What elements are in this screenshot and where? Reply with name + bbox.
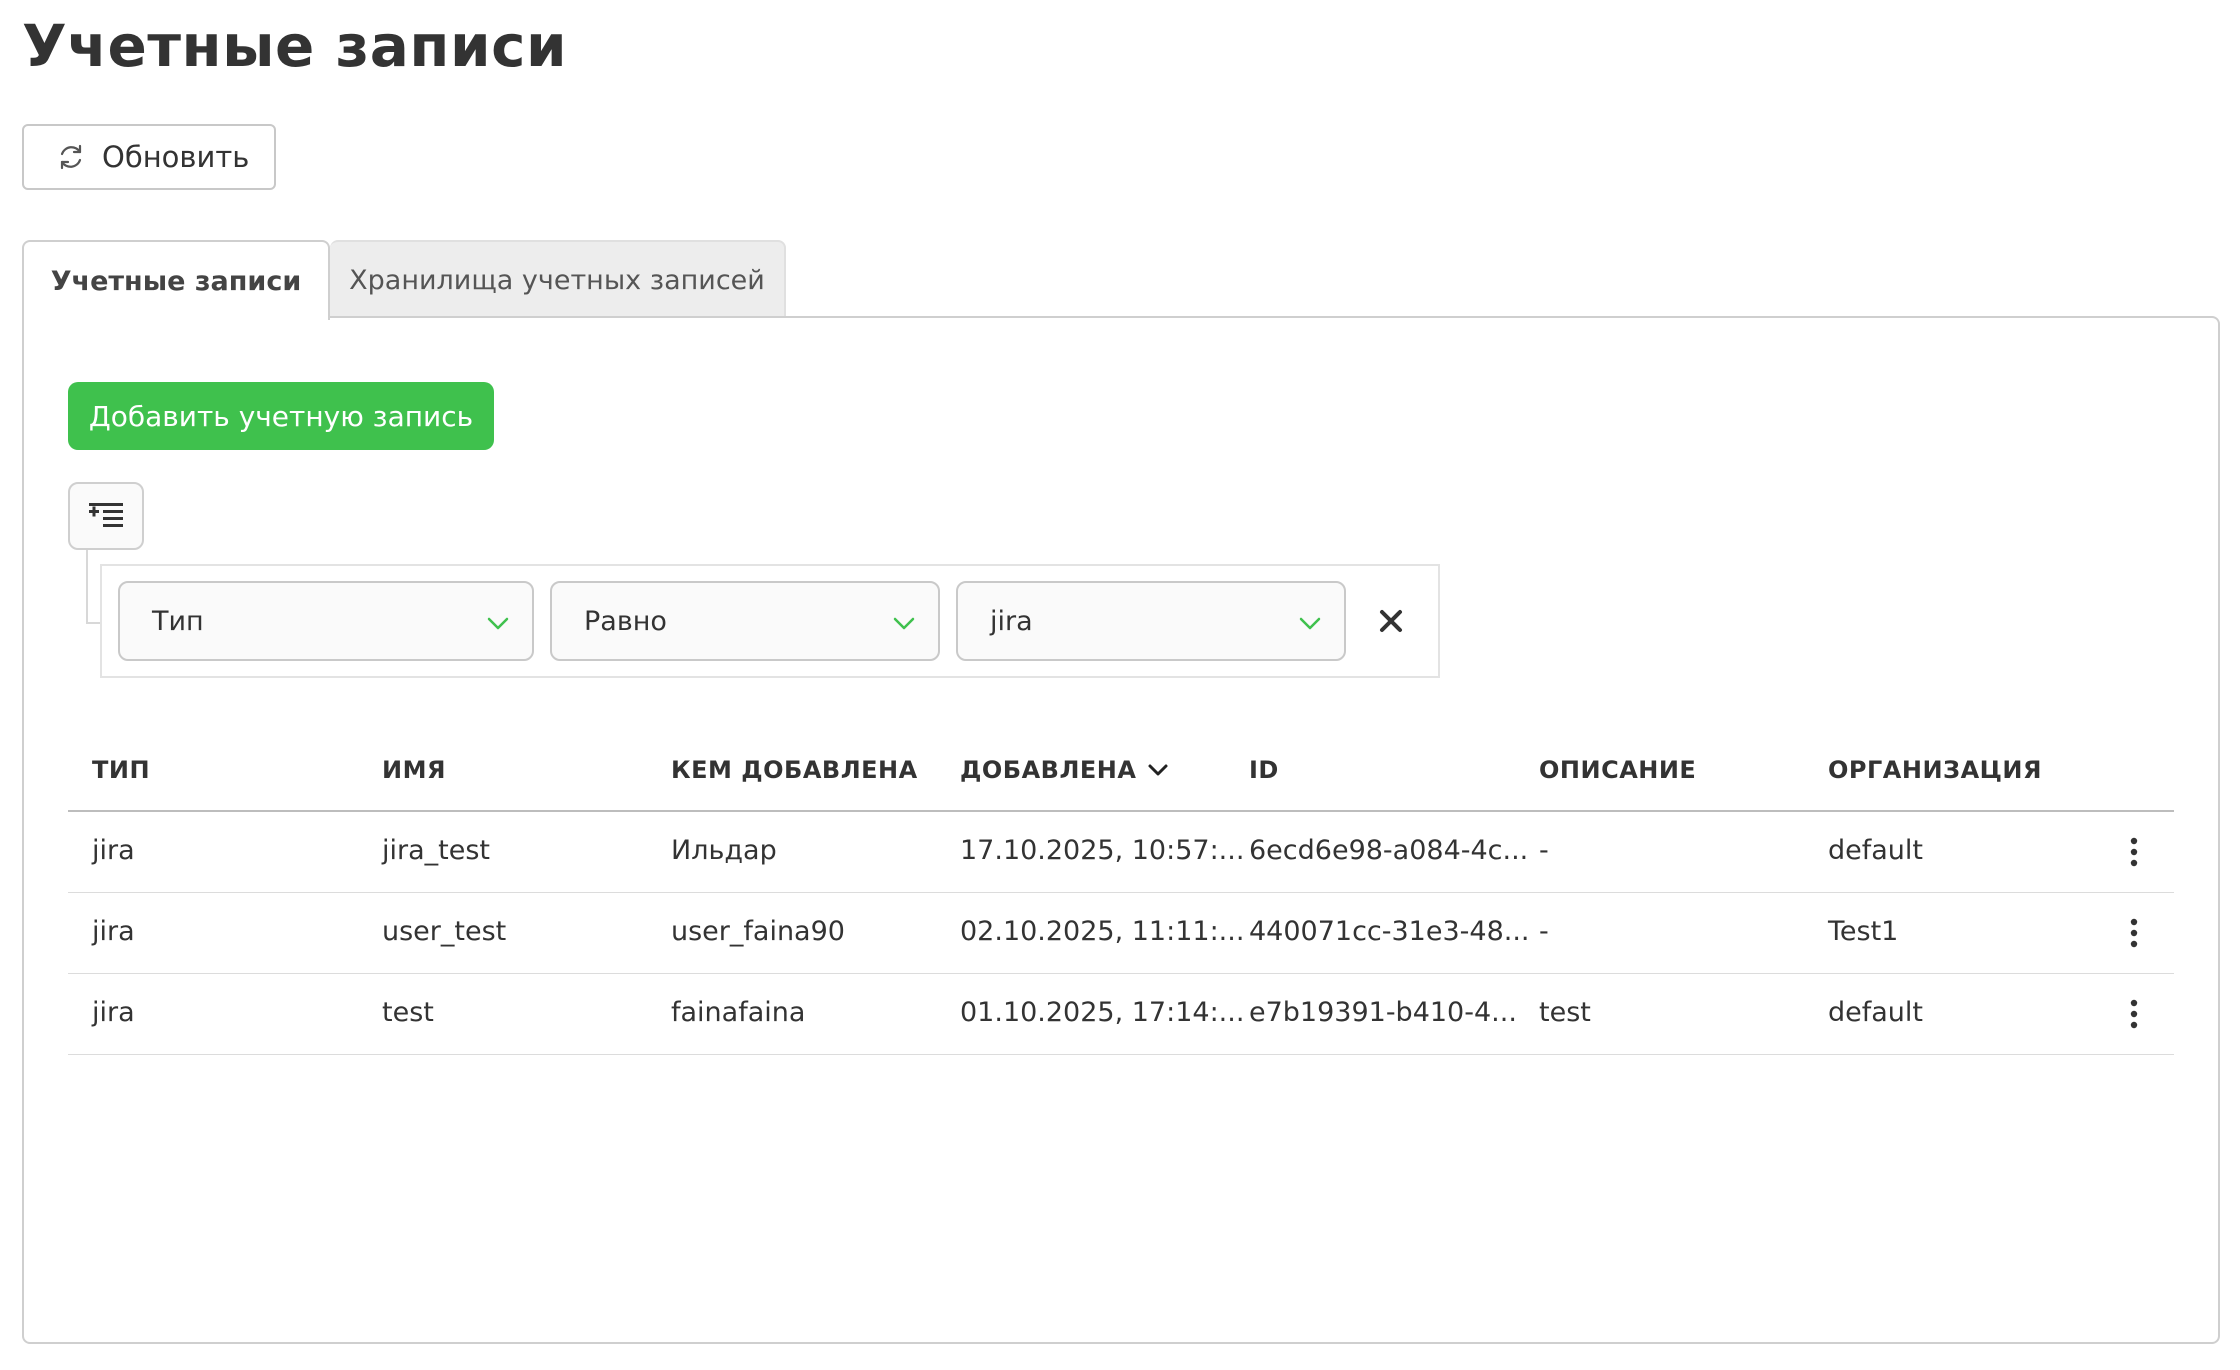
refresh-icon bbox=[56, 142, 86, 172]
cell-organization: default bbox=[1828, 997, 1924, 1028]
chevron-down-icon bbox=[1298, 611, 1322, 635]
cell-type: jira bbox=[92, 916, 135, 947]
tab-accounts[interactable]: Учетные записи bbox=[22, 240, 330, 320]
column-header-label: ДОБАВЛЕНА bbox=[960, 756, 1137, 784]
column-header-label: ОПИСАНИЕ bbox=[1539, 756, 1697, 784]
cell-description: - bbox=[1539, 916, 1549, 947]
table-row[interactable]: jira user_test user_faina90 02.10.2025, … bbox=[68, 893, 2174, 974]
cell-id: 6ecd6e98-a084-4c... bbox=[1249, 835, 1529, 866]
filter-operator-select[interactable]: Равно bbox=[550, 581, 940, 661]
add-account-button[interactable]: Добавить учетную запись bbox=[68, 382, 494, 450]
column-header-added-by[interactable]: КЕМ ДОБАВЛЕНА bbox=[671, 756, 918, 784]
cell-added: 01.10.2025, 17:14:... bbox=[960, 997, 1245, 1028]
filter-field-select[interactable]: Тип bbox=[118, 581, 534, 661]
column-header-added[interactable]: ДОБАВЛЕНА bbox=[960, 756, 1170, 784]
column-header-name[interactable]: ИМЯ bbox=[382, 756, 446, 784]
filter-field-value: Тип bbox=[152, 605, 204, 637]
cell-added: 02.10.2025, 11:11:... bbox=[960, 916, 1245, 947]
cell-added-by: fainafaina bbox=[671, 997, 806, 1028]
column-header-organization[interactable]: ОРГАНИЗАЦИЯ bbox=[1828, 756, 2042, 784]
cell-name: test bbox=[382, 997, 434, 1028]
remove-filter-icon[interactable] bbox=[1376, 606, 1406, 636]
column-header-label: КЕМ ДОБАВЛЕНА bbox=[671, 756, 918, 784]
tab-accounts-label: Учетные записи bbox=[50, 265, 302, 297]
more-vertical-icon[interactable] bbox=[2118, 994, 2150, 1034]
cell-organization: Test1 bbox=[1828, 916, 1899, 947]
add-filter-button[interactable] bbox=[68, 482, 144, 550]
page-title: Учетные записи bbox=[22, 12, 568, 80]
filter-value-select[interactable]: jira bbox=[956, 581, 1346, 661]
add-account-button-label: Добавить учетную запись bbox=[88, 399, 474, 433]
cell-id: 440071cc-31e3-48... bbox=[1249, 916, 1530, 947]
tab-account-storages-label: Хранилища учетных записей bbox=[349, 264, 765, 296]
column-header-label: ИМЯ bbox=[382, 756, 446, 784]
cell-added-by: Ильдар bbox=[671, 835, 777, 866]
column-header-label: ID bbox=[1249, 756, 1279, 784]
cell-id: e7b19391-b410-4... bbox=[1249, 997, 1517, 1028]
column-header-label: ОРГАНИЗАЦИЯ bbox=[1828, 756, 2042, 784]
chevron-down-icon bbox=[892, 611, 916, 635]
refresh-button-label: Обновить bbox=[102, 140, 250, 174]
filter-add-icon bbox=[89, 503, 123, 529]
cell-organization: default bbox=[1828, 835, 1924, 866]
more-vertical-icon[interactable] bbox=[2118, 832, 2150, 872]
table-row[interactable]: jira jira_test Ильдар 17.10.2025, 10:57:… bbox=[68, 812, 2174, 893]
cell-name: user_test bbox=[382, 916, 507, 947]
chevron-down-icon bbox=[486, 611, 510, 635]
cell-added-by: user_faina90 bbox=[671, 916, 845, 947]
column-header-id[interactable]: ID bbox=[1249, 756, 1279, 784]
column-header-label: ТИП bbox=[92, 756, 151, 784]
sort-desc-icon bbox=[1146, 758, 1170, 782]
column-header-type[interactable]: ТИП bbox=[92, 756, 150, 784]
table-row[interactable]: jira test fainafaina 01.10.2025, 17:14:.… bbox=[68, 974, 2174, 1055]
cell-description: test bbox=[1539, 997, 1591, 1028]
column-header-description[interactable]: ОПИСАНИЕ bbox=[1539, 756, 1696, 784]
cell-name: jira_test bbox=[382, 835, 490, 866]
cell-added: 17.10.2025, 10:57:... bbox=[960, 835, 1245, 866]
cell-type: jira bbox=[92, 835, 135, 866]
more-vertical-icon[interactable] bbox=[2118, 913, 2150, 953]
table-header: ТИП ИМЯ КЕМ ДОБАВЛЕНА ДОБАВЛЕНА ID ОПИСА… bbox=[68, 736, 2174, 812]
filter-operator-value: Равно bbox=[584, 605, 667, 637]
tab-account-storages[interactable]: Хранилища учетных записей bbox=[330, 240, 786, 318]
filter-value-value: jira bbox=[990, 605, 1033, 637]
cell-description: - bbox=[1539, 835, 1549, 866]
accounts-table: ТИП ИМЯ КЕМ ДОБАВЛЕНА ДОБАВЛЕНА ID ОПИСА… bbox=[68, 736, 2174, 1055]
cell-type: jira bbox=[92, 997, 135, 1028]
refresh-button[interactable]: Обновить bbox=[22, 124, 276, 190]
